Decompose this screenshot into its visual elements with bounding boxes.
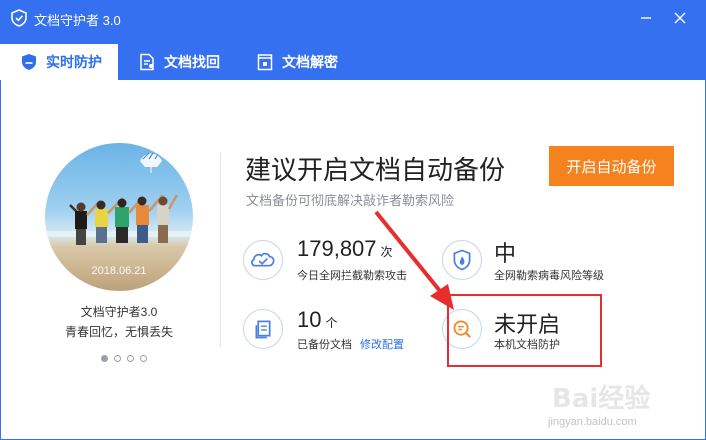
promo-slogan: 青春回忆，无惧丢失	[64, 325, 173, 339]
tab-document-decrypt[interactable]: 文档解密	[256, 44, 338, 80]
carousel-dot[interactable]	[101, 355, 108, 362]
app-header: 文档守护者 3.0 实时防护 文档找回 文档解密	[0, 0, 706, 80]
headline: 建议开启文档自动备份	[245, 155, 506, 185]
document-copy-icon	[243, 309, 283, 349]
document-restore-icon	[140, 53, 154, 71]
backup-label: 已备份文档	[297, 339, 352, 351]
enable-auto-backup-button[interactable]: 开启自动备份	[549, 146, 674, 186]
tab-document-restore[interactable]: 文档找回	[138, 44, 220, 80]
modify-config-link[interactable]: 修改配置	[360, 339, 404, 351]
vertical-divider	[220, 153, 221, 347]
risk-level: 中	[494, 241, 517, 266]
backup-unit: 个	[325, 316, 338, 330]
backup-label-row: 已备份文档 修改配置	[297, 336, 404, 352]
tab-label: 文档找回	[164, 54, 220, 70]
watermark-url: jingyan.baidu.com	[548, 416, 637, 428]
document-lock-icon	[257, 54, 273, 71]
carousel-dot[interactable]	[114, 355, 121, 362]
promo-product-name: 文档守护者3.0	[80, 305, 158, 319]
app-logo-icon	[11, 9, 27, 27]
annotation-highlight-box	[447, 294, 602, 367]
tab-label: 实时防护	[46, 54, 102, 70]
tab-realtime-protection[interactable]: 实时防护	[0, 44, 118, 80]
backup-value: 10	[297, 307, 322, 332]
cloud-check-icon	[243, 240, 283, 280]
carousel-dots	[101, 355, 147, 362]
carousel-dot[interactable]	[140, 355, 147, 362]
carousel-dot[interactable]	[127, 355, 134, 362]
shield-icon	[22, 54, 36, 70]
tab-label: 文档解密	[282, 54, 338, 70]
title-bar: 文档守护者 3.0	[0, 0, 706, 36]
window-title: 文档守护者 3.0	[34, 13, 121, 28]
close-button[interactable]	[670, 8, 690, 28]
watermark-logo: Bai经验	[552, 384, 651, 414]
risk-label: 全网勒索病毒风险等级	[494, 270, 604, 282]
photo-date: 2018.06.21	[91, 265, 147, 277]
backup-count: 10 个	[297, 307, 338, 333]
promo-photo: 2018.06.21	[45, 143, 193, 291]
minimize-button[interactable]	[636, 8, 656, 28]
